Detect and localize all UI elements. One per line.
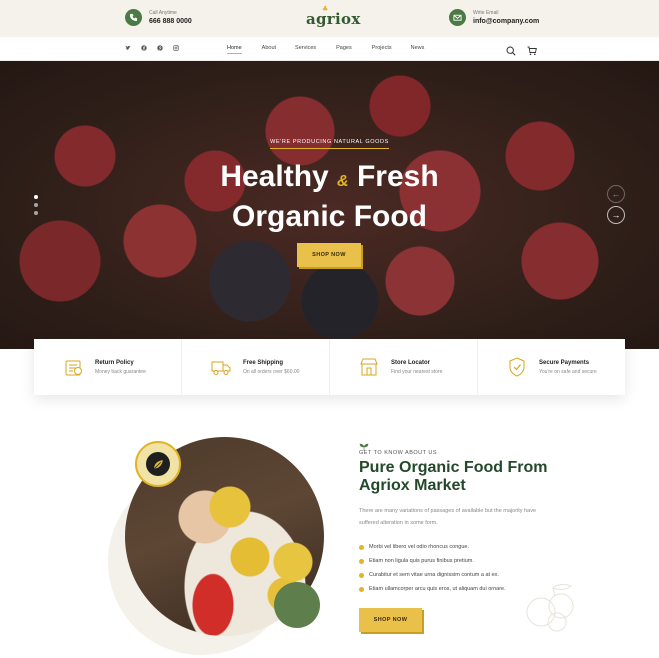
hero-banner: WE'RE PRODUCING NATURAL GOODS Healthy & … [0, 61, 659, 349]
shield-icon [509, 357, 525, 377]
decorative-circle [274, 582, 320, 628]
next-arrow-button[interactable]: → [607, 206, 625, 224]
feature-subtitle: Find your nearest store [391, 369, 443, 375]
email-label: Write Email [473, 9, 499, 16]
facebook-icon[interactable] [141, 45, 147, 51]
email-address[interactable]: info@company.com [473, 17, 539, 26]
about-check-list: Morbi vel libero vel odio rhoncus congue… [359, 540, 506, 596]
cart-icon[interactable] [527, 43, 537, 61]
check-icon [359, 544, 364, 550]
feature-subtitle: On all orders over $60.00 [243, 369, 300, 375]
feature-secure-payments: Secure Payments You're on safe and secur… [478, 339, 625, 395]
logo-text: agriox [306, 10, 361, 28]
search-icon[interactable] [506, 43, 516, 61]
check-icon [359, 572, 364, 578]
phone-icon [125, 9, 142, 26]
check-list-item: Morbi vel libero vel odio rhoncus congue… [359, 540, 506, 554]
hero-shop-now-button[interactable]: SHOP NOW [297, 243, 361, 267]
check-list-item: Etiam non ligula quis purus finibus pret… [359, 554, 506, 568]
mail-icon [449, 9, 466, 26]
features-bar: Return Policy Money back guarantee Free … [34, 339, 625, 395]
leaf-icon [146, 452, 170, 476]
slider-dots [34, 195, 38, 215]
nav-menu: Home About Services Pages Projects News [227, 45, 424, 54]
check-icon [359, 586, 364, 592]
check-icon [359, 558, 364, 564]
return-icon [65, 360, 82, 376]
store-icon [360, 358, 378, 376]
about-eyebrow: GET TO KNOW ABOUT US [359, 450, 438, 456]
about-description: There are many variations of passages of… [359, 508, 537, 526]
phone-contact[interactable]: Call Anytime 666 888 0000 [125, 9, 192, 26]
phone-label: Call Anytime [149, 9, 177, 16]
nav-item-news[interactable]: News [411, 45, 425, 54]
fruit-sketch-icon [526, 583, 574, 632]
nav-item-projects[interactable]: Projects [372, 45, 392, 54]
feature-return-policy: Return Policy Money back guarantee [34, 339, 182, 395]
hero-eyebrow: WE'RE PRODUCING NATURAL GOODS [0, 139, 659, 149]
about-shop-now-button[interactable]: SHOP NOW [359, 608, 422, 632]
feature-title: Return Policy [95, 360, 134, 366]
nav-actions [506, 43, 537, 61]
leaf-icon: ♣ [322, 4, 329, 13]
phone-number[interactable]: 666 888 0000 [149, 17, 192, 26]
check-list-item: Etiam ullamcorper arcu quis eros, ut ali… [359, 582, 506, 596]
about-title: Pure Organic Food From Agriox Market [359, 459, 548, 494]
feature-title: Secure Payments [539, 360, 590, 366]
hero-title-word-1: Healthy [220, 160, 329, 193]
feature-title: Free Shipping [243, 360, 284, 366]
slider-dot[interactable] [34, 195, 38, 199]
feature-title: Store Locator [391, 360, 431, 366]
organic-badge [135, 441, 181, 487]
truck-icon [211, 361, 231, 375]
feature-subtitle: You're on safe and secure [539, 369, 597, 375]
feature-free-shipping: Free Shipping On all orders over $60.00 [182, 339, 330, 395]
logo[interactable]: ♣ agriox [306, 4, 361, 28]
nav-item-pages[interactable]: Pages [336, 45, 352, 54]
hero-title-line-2: Organic Food [232, 200, 427, 233]
nav-item-home[interactable]: Home [227, 45, 242, 54]
slider-dot[interactable] [34, 203, 38, 207]
hero-title-amp: & [337, 173, 349, 190]
hero-title-word-2: Fresh [356, 160, 439, 193]
feature-store-locator: Store Locator Find your nearest store [330, 339, 478, 395]
main-nav: Home About Services Pages Projects News [0, 37, 659, 61]
feature-subtitle: Money back guarantee [95, 369, 146, 375]
top-bar: Call Anytime 666 888 0000 ♣ agriox Write… [0, 0, 659, 37]
email-contact[interactable]: Write Email info@company.com [449, 9, 539, 26]
social-links [125, 45, 179, 51]
slider-dot[interactable] [34, 211, 38, 215]
check-list-item: Curabitur et sem vitae urna dignissim co… [359, 568, 506, 582]
pinterest-icon[interactable] [157, 45, 163, 51]
nav-item-services[interactable]: Services [295, 45, 316, 54]
prev-arrow-button[interactable]: ← [607, 185, 625, 203]
instagram-icon[interactable] [173, 45, 179, 51]
twitter-icon[interactable] [125, 45, 131, 51]
nav-item-about[interactable]: About [262, 45, 276, 54]
hero-title: Healthy & Fresh Organic Food [0, 159, 659, 234]
